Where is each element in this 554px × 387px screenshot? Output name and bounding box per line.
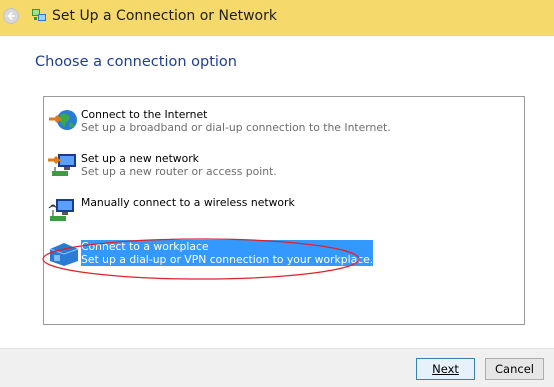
option-text: Connect to a workplace Set up a dial-up …	[81, 240, 374, 266]
option-connect-internet[interactable]: Connect to the Internet Set up a broadba…	[44, 107, 514, 141]
window-title: Set Up a Connection or Network	[52, 8, 277, 24]
back-arrow-icon	[7, 11, 15, 21]
option-manual-wireless[interactable]: Manually connect to a wireless network	[44, 195, 514, 229]
option-title: Connect to the Internet	[81, 108, 208, 121]
new-network-icon	[48, 154, 76, 176]
connection-options-list[interactable]: Connect to the Internet Set up a broadba…	[43, 96, 525, 325]
option-description: Set up a broadband or dial-up connection…	[81, 121, 391, 134]
option-description: Set up a new router or access point.	[81, 165, 277, 178]
wireless-network-icon	[48, 199, 74, 221]
network-setup-icon	[32, 9, 46, 21]
option-description: Set up a dial-up or VPN connection to yo…	[81, 253, 374, 266]
option-text: Manually connect to a wireless network	[81, 196, 295, 209]
back-button[interactable]	[3, 8, 19, 24]
option-text: Connect to the Internet Set up a broadba…	[81, 108, 391, 134]
option-new-network[interactable]: Set up a new network Set up a new router…	[44, 151, 514, 185]
page-heading: Choose a connection option	[35, 54, 237, 70]
option-title: Manually connect to a wireless network	[81, 196, 295, 209]
option-connect-workplace[interactable]: Connect to a workplace Set up a dial-up …	[44, 239, 514, 273]
option-title: Set up a new network	[81, 152, 199, 165]
next-button[interactable]: Next	[416, 358, 475, 380]
cancel-button[interactable]: Cancel	[485, 358, 544, 380]
footer-bar: Next Cancel	[0, 348, 554, 387]
workplace-icon	[49, 243, 79, 266]
next-button-label: Next	[432, 362, 459, 376]
title-bar: Set Up a Connection or Network	[0, 0, 554, 36]
globe-icon	[49, 110, 77, 130]
option-title: Connect to a workplace	[81, 240, 209, 253]
option-text: Set up a new network Set up a new router…	[81, 152, 277, 178]
